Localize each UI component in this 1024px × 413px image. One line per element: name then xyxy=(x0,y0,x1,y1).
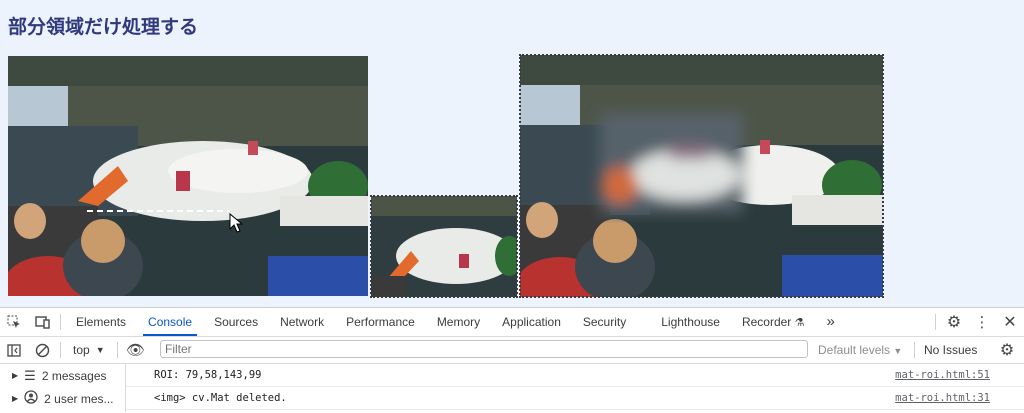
tab-application[interactable]: Application xyxy=(491,308,572,336)
tab-performance[interactable]: Performance xyxy=(335,308,426,336)
close-icon[interactable]: ✕ xyxy=(996,308,1024,336)
expand-arrow-icon: ▶ xyxy=(12,394,19,403)
page-title: 部分領域だけ処理する xyxy=(8,16,199,38)
console-source-link[interactable]: mat-roi.html:51 xyxy=(895,364,990,386)
tab-elements[interactable]: Elements xyxy=(65,308,137,336)
console-source-link[interactable]: mat-roi.html:31 xyxy=(895,387,990,409)
flask-icon: ⚗ xyxy=(794,317,805,329)
result-image xyxy=(519,54,884,298)
dropdown-arrow-icon: ▼ xyxy=(95,345,105,355)
sidebar-toggle-icon[interactable] xyxy=(0,337,28,363)
log-levels-dropdown[interactable]: Default levels ▼ xyxy=(818,337,902,363)
expand-arrow-icon: ▶ xyxy=(12,371,19,380)
toolbar-divider xyxy=(116,342,118,358)
user-icon xyxy=(24,390,38,407)
tab-sources[interactable]: Sources xyxy=(203,308,269,336)
devtools-panel: Elements Console Sources Network Perform… xyxy=(0,307,1024,413)
toolbar-divider xyxy=(60,342,61,358)
tab-recorder[interactable]: Recorder ⚗ xyxy=(731,308,816,336)
more-options-icon[interactable]: ⋮ xyxy=(968,308,996,336)
console-message: ROI: 79,58,143,99 mat-roi.html:51 xyxy=(126,364,1024,387)
log-levels-label: Default levels xyxy=(818,343,891,357)
console-message-text: <img> cv.Mat deleted. xyxy=(154,392,287,404)
console-message: <img> cv.Mat deleted. mat-roi.html:31 xyxy=(126,387,1024,410)
clear-console-icon[interactable] xyxy=(28,337,56,363)
device-toolbar-icon[interactable] xyxy=(28,308,56,336)
tab-recorder-label: Recorder xyxy=(741,315,792,329)
toolbar-divider xyxy=(914,342,915,358)
tab-security[interactable]: Security xyxy=(572,308,637,336)
sidebar-item-label: 2 user mes... xyxy=(44,391,114,406)
tab-network[interactable]: Network xyxy=(269,308,335,336)
console-settings-icon[interactable]: ⚙ xyxy=(994,337,1020,363)
context-label: top xyxy=(73,343,90,357)
sidebar-item-label: 2 messages xyxy=(41,368,107,383)
issues-counter[interactable]: No Issues xyxy=(924,337,977,363)
context-selector[interactable]: top ▼ xyxy=(65,343,113,357)
tab-lighthouse[interactable]: Lighthouse xyxy=(637,308,731,336)
live-expression-eye-icon[interactable]: 👁 xyxy=(122,337,150,363)
inspect-element-icon[interactable] xyxy=(0,308,28,336)
sidebar-item-user-messages[interactable]: ▶ 2 user mes... xyxy=(0,387,125,410)
toolbar-divider xyxy=(935,314,936,330)
filter-input[interactable] xyxy=(160,340,808,358)
settings-gear-icon[interactable]: ⚙ xyxy=(940,308,968,336)
devtools-tabbar: Elements Console Sources Network Perform… xyxy=(0,308,1024,337)
tab-console[interactable]: Console xyxy=(137,308,203,336)
dropdown-arrow-icon: ▼ xyxy=(893,346,903,356)
console-area: ▶ ☰ 2 messages ▶ 2 user mes... ROI: 79,5… xyxy=(0,364,1024,412)
toolbar-divider xyxy=(60,314,61,330)
more-tabs-button[interactable]: » xyxy=(816,308,846,336)
console-message-text: ROI: 79,58,143,99 xyxy=(154,369,262,381)
roi-image xyxy=(370,195,518,298)
tab-memory[interactable]: Memory xyxy=(426,308,491,336)
console-sidebar: ▶ ☰ 2 messages ▶ 2 user mes... xyxy=(0,364,126,412)
list-icon: ☰ xyxy=(24,367,36,383)
console-toolbar: top ▼ 👁 Default levels ▼ No Issues ⚙ xyxy=(0,337,1024,364)
sidebar-item-messages[interactable]: ▶ ☰ 2 messages xyxy=(0,364,125,387)
source-image xyxy=(8,56,368,296)
